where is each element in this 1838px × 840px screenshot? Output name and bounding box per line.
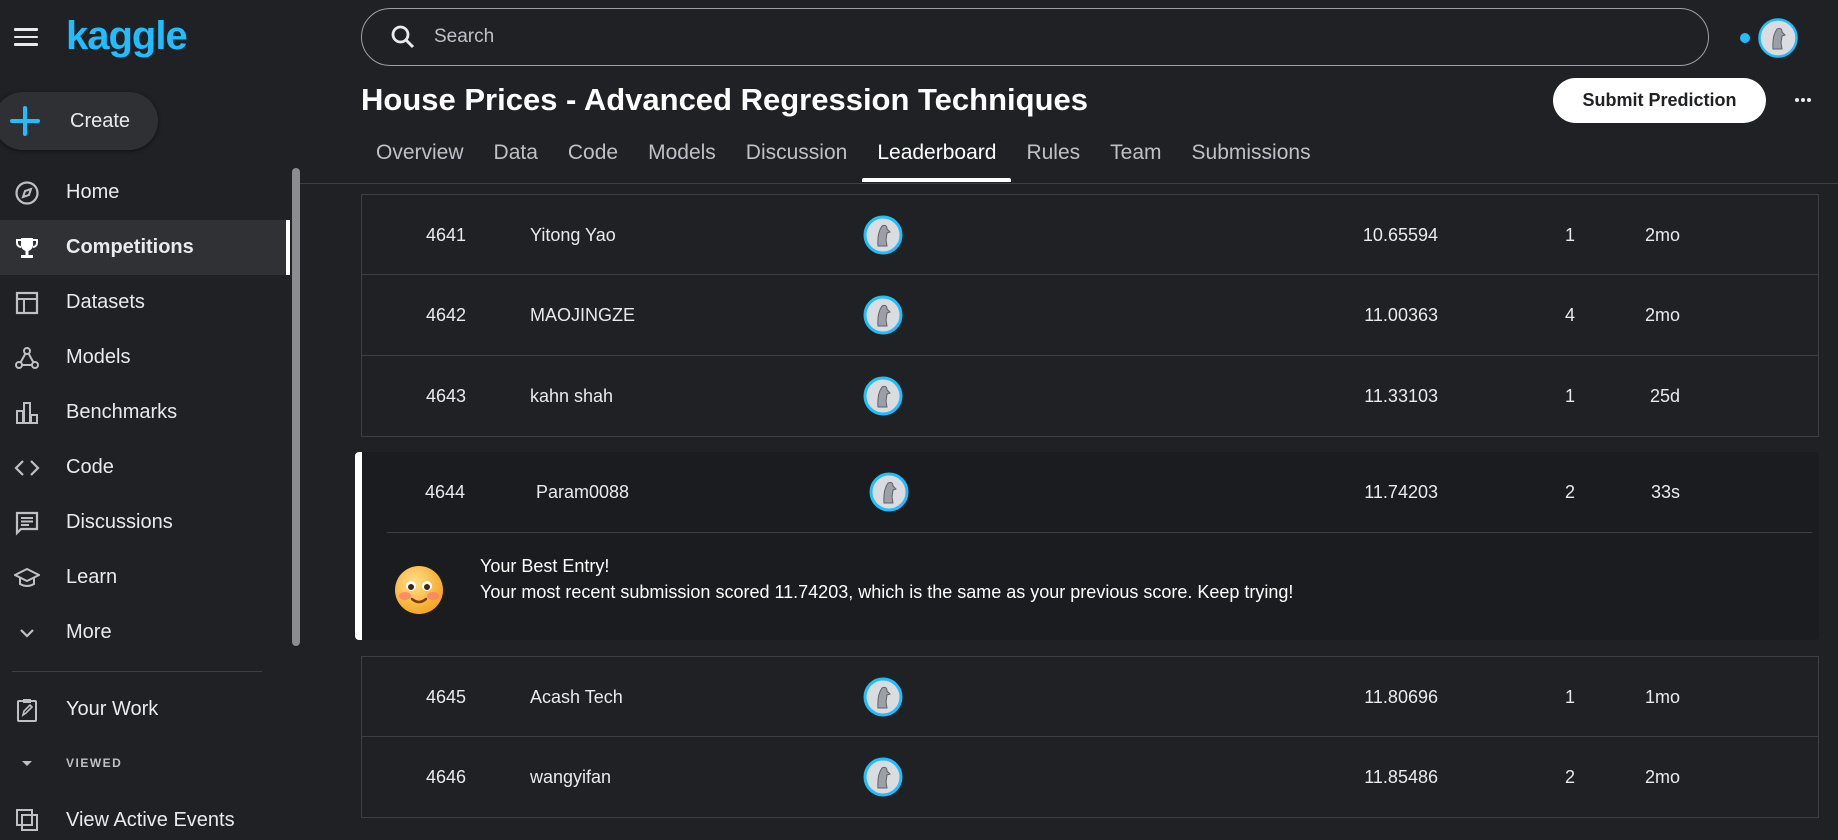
sidebar-item-label: Your Work [66,698,159,720]
sidebar-item-datasets[interactable]: Datasets [0,275,290,330]
my-entry-highlight: 4644 Param0088 11.74203 2 33s Your Best … [355,452,1819,640]
sidebar-item-more[interactable]: More [0,605,290,660]
tab-rules[interactable]: Rules [1011,130,1095,182]
bar-chart-icon [13,399,41,427]
last-submission-cell: 2mo [1644,225,1680,245]
kaggle-logo[interactable]: kaggle [66,14,188,59]
table-icon [13,289,41,317]
tab-submissions[interactable]: Submissions [1177,130,1326,182]
code-icon [13,454,41,482]
models-icon [13,344,41,372]
comment-icon [13,509,41,537]
sidebar-item-label: Datasets [66,291,145,313]
school-icon [13,564,41,592]
tab-overview[interactable]: Overview [361,130,479,182]
sidebar-nav: Home Competitions Datasets Models Benchm… [0,165,290,660]
leaderboard-table-continued: 4645 Acash Tech 11.80696 1 1mo 4646 wang… [361,656,1819,818]
table-row[interactable]: 4645 Acash Tech 11.80696 1 1mo [361,656,1819,737]
sidebar-item-label: Benchmarks [66,401,178,423]
create-label: Create [70,109,131,132]
my-table-row[interactable]: 4644 Param0088 11.74203 2 33s [362,452,1819,532]
best-entry-message: Your most recent submission scored 11.74… [480,582,1294,602]
smiling-face-emoji-icon [395,566,443,614]
sidebar-item-label: Discussions [66,511,173,533]
tab-data[interactable]: Data [479,130,553,182]
tab-discussion[interactable]: Discussion [731,130,863,182]
table-row[interactable]: 4641 Yitong Yao 10.65594 1 2mo [361,194,1819,275]
viewed-label: VIEWED [66,756,123,770]
table-row[interactable]: 4642 MAOJINGZE 11.00363 4 2mo [361,275,1819,356]
competition-tabs: Overview Data Code Models Discussion Lea… [361,130,1326,182]
sidebar-item-label: Learn [66,566,118,588]
sidebar: kaggle Create Home Competitions Datasets [0,0,300,831]
compass-icon [13,179,41,207]
chevron-down-icon [13,619,41,647]
last-submission-cell: 2mo [1644,767,1680,787]
sidebar-item-label: Models [66,346,131,368]
sidebar-item-label: Competitions [66,236,194,258]
last-submission-cell: 2mo [1644,305,1680,325]
sidebar-item-home[interactable]: Home [0,165,290,220]
table-row[interactable]: 4643 kahn shah 11.33103 1 25d [361,356,1819,437]
sidebar-item-label: Home [66,181,120,203]
sidebar-item-view-active-events[interactable]: View Active Events [0,800,290,840]
plus-icon [10,106,40,136]
sidebar-item-learn[interactable]: Learn [0,550,290,605]
sidebar-divider [12,671,262,672]
page-title: House Prices - Advanced Regression Techn… [361,82,1089,117]
viewed-section-toggle[interactable]: VIEWED [0,748,290,778]
best-entry-title: Your Best Entry! [480,556,610,576]
sidebar-item-models[interactable]: Models [0,330,290,385]
stacked-pages-icon [13,806,41,834]
tab-code[interactable]: Code [553,130,633,182]
create-button[interactable]: Create [0,92,158,150]
row-divider [387,532,1812,533]
clipboard-edit-icon [13,696,41,724]
sidebar-scrollbar[interactable] [292,168,300,646]
caret-down-icon [22,761,32,766]
sidebar-item-competitions[interactable]: Competitions [0,220,290,275]
tab-team[interactable]: Team [1095,130,1176,182]
sidebar-item-code[interactable]: Code [0,440,290,495]
sidebar-item-label: More [66,621,112,643]
search-input[interactable] [432,25,1636,49]
last-submission-cell: 33s [1650,482,1680,502]
last-submission-cell: 1mo [1644,687,1680,707]
last-submission-cell: 25d [1649,386,1680,406]
tab-leaderboard[interactable]: Leaderboard [862,130,1012,182]
notification-dot [1740,33,1750,43]
menu-icon[interactable] [14,28,38,46]
trophy-icon [13,234,41,262]
sidebar-item-discussions[interactable]: Discussions [0,495,290,550]
sidebar-item-your-work[interactable]: Your Work [0,682,290,737]
sidebar-item-label: Code [66,456,114,478]
tab-models[interactable]: Models [633,130,731,182]
submit-prediction-button[interactable]: Submit Prediction [1553,78,1766,123]
search-icon [391,25,415,49]
user-avatar[interactable] [1758,18,1798,58]
more-options-icon[interactable] [1793,90,1813,110]
table-row[interactable]: 4646 wangyifan 11.85486 2 2mo [361,737,1819,818]
leaderboard-table: 4641 Yitong Yao 10.65594 1 2mo 4642 MAOJ… [361,184,1819,437]
sidebar-item-label: View Active Events [66,808,235,831]
search-bar[interactable] [361,8,1709,66]
sidebar-item-benchmarks[interactable]: Benchmarks [0,385,290,440]
